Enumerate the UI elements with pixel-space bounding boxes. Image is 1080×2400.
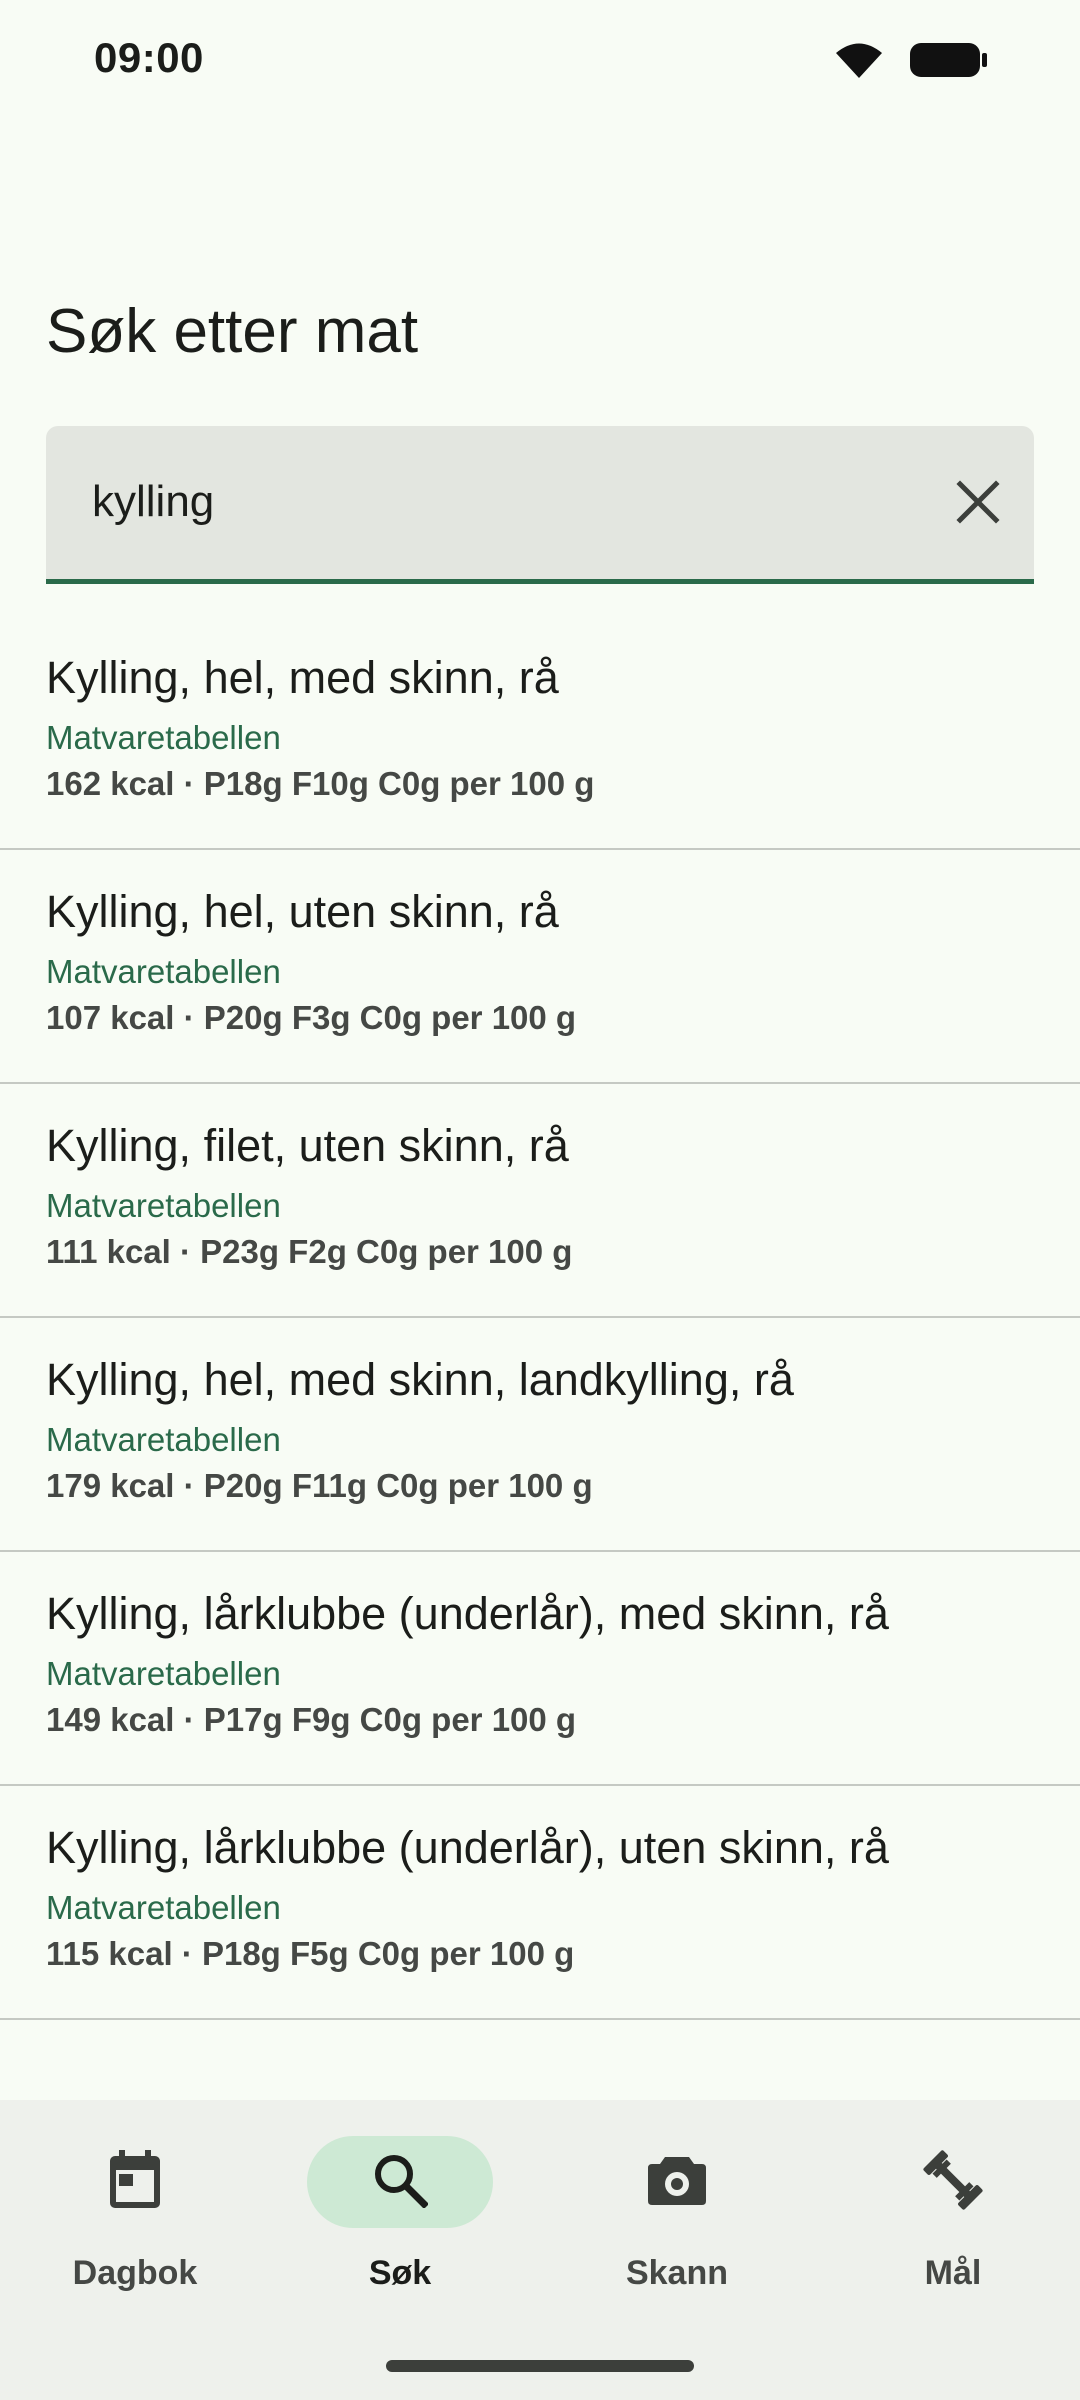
nav-item-sok[interactable]: Søk (265, 2136, 535, 2306)
bottom-navigation: Dagbok Søk Skann Mål (0, 2100, 1080, 2400)
result-nutrition: 111 kcal · P23g F2g C0g per 100 g (46, 1233, 573, 1270)
result-name: Kylling, lårklubbe (underlår), uten skin… (46, 1822, 889, 1873)
calendar-icon (107, 2149, 163, 2215)
result-nutrition: 115 kcal · P18g F5g C0g per 100 g (46, 1935, 575, 1972)
nav-label: Dagbok (72, 2254, 198, 2292)
search-icon (372, 2152, 429, 2213)
list-item[interactable]: Kylling, lårklubbe (underlår), uten skin… (0, 1786, 1080, 2020)
nav-item-mal[interactable]: Mål (818, 2136, 1080, 2306)
result-source: Matvaretabellen (46, 1889, 281, 1926)
result-source: Matvaretabellen (46, 1655, 281, 1692)
result-nutrition: 149 kcal · P17g F9g C0g per 100 g (46, 1701, 577, 1738)
results-list: Kylling, hel, med skinn, rå Matvaretabel… (0, 616, 1080, 2020)
list-item[interactable]: Kylling, filet, uten skinn, rå Matvareta… (0, 1084, 1080, 1318)
list-item[interactable]: Kylling, hel, uten skinn, rå Matvaretabe… (0, 850, 1080, 1084)
status-icons (832, 40, 988, 85)
result-source: Matvaretabellen (46, 1187, 281, 1224)
result-name: Kylling, hel, uten skinn, rå (46, 886, 559, 937)
status-time: 09:00 (94, 34, 204, 81)
result-source: Matvaretabellen (46, 953, 281, 990)
clear-search-button[interactable] (948, 474, 1008, 534)
fitness-icon (922, 2149, 984, 2216)
result-nutrition: 162 kcal · P18g F10g C0g per 100 g (46, 765, 595, 802)
nav-item-skann[interactable]: Skann (542, 2136, 812, 2306)
result-name: Kylling, hel, med skinn, landkylling, rå (46, 1354, 794, 1405)
camera-icon (647, 2153, 707, 2212)
list-item[interactable]: Kylling, hel, med skinn, landkylling, rå… (0, 1318, 1080, 1552)
result-source: Matvaretabellen (46, 1421, 281, 1458)
result-source: Matvaretabellen (46, 719, 281, 756)
result-name: Kylling, filet, uten skinn, rå (46, 1120, 569, 1171)
nav-label: Mål (924, 2254, 982, 2292)
wifi-icon (832, 40, 886, 85)
home-indicator[interactable] (386, 2360, 694, 2372)
close-icon (955, 479, 1001, 530)
list-item[interactable]: Kylling, lårklubbe (underlår), med skinn… (0, 1552, 1080, 1786)
result-nutrition: 179 kcal · P20g F11g C0g per 100 g (46, 1467, 593, 1504)
list-item[interactable]: Kylling, hel, med skinn, rå Matvaretabel… (0, 616, 1080, 850)
battery-icon (910, 41, 988, 84)
result-name: Kylling, lårklubbe (underlår), med skinn… (46, 1588, 889, 1639)
nav-label: Skann (625, 2254, 729, 2292)
status-bar: 09:00 (0, 0, 1080, 124)
page-title: Søk etter mat (46, 297, 419, 366)
result-nutrition: 107 kcal · P20g F3g C0g per 100 g (46, 999, 577, 1036)
nav-item-dagbok[interactable]: Dagbok (0, 2136, 270, 2306)
nav-label: Søk (368, 2254, 432, 2292)
search-field[interactable] (46, 426, 1034, 584)
result-name: Kylling, hel, med skinn, rå (46, 652, 559, 703)
search-input[interactable] (92, 472, 912, 532)
